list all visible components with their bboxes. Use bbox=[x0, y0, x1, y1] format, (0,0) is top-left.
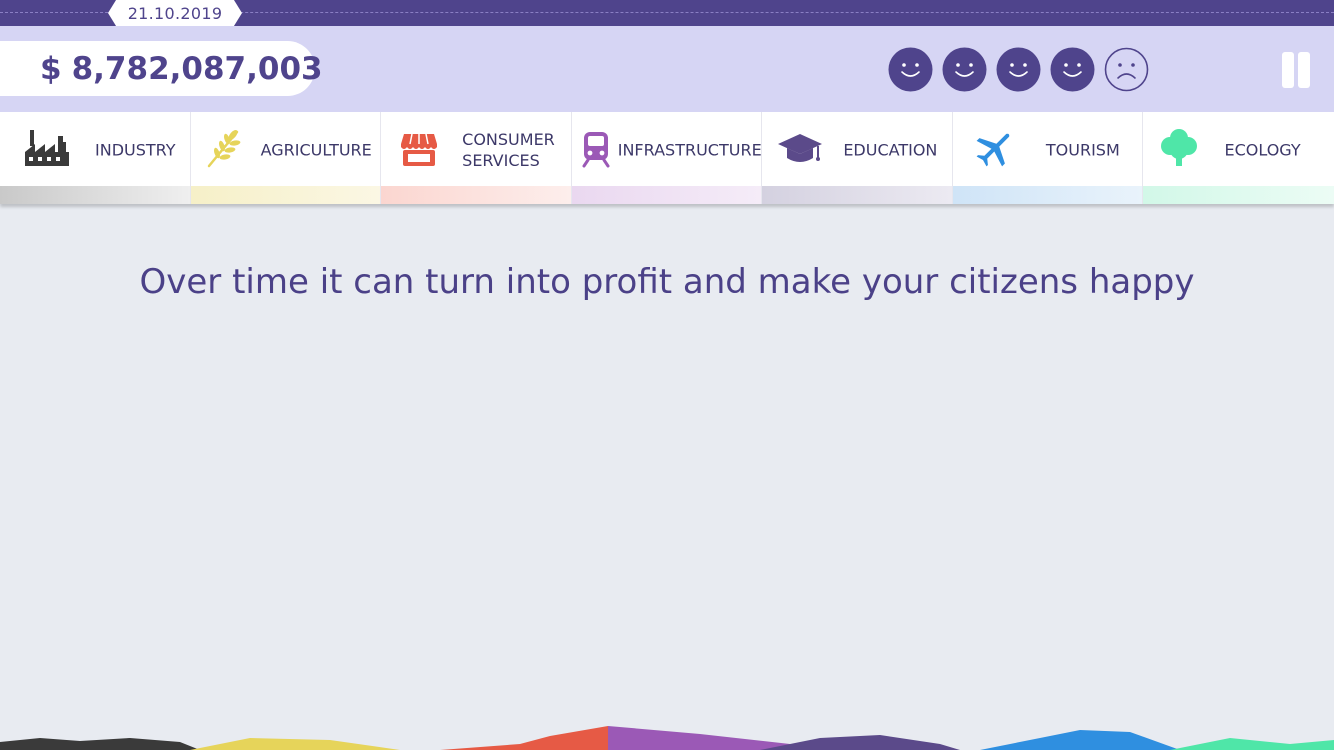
tab-infrastructure-label: INFRASTRUCTURE bbox=[617, 140, 762, 160]
tab-industry-bar bbox=[0, 186, 190, 204]
tab-agriculture-label: AGRICULTURE bbox=[260, 140, 372, 160]
landscape-hills bbox=[0, 726, 1334, 750]
happy-face-icon bbox=[1050, 47, 1095, 92]
happy-face-icon bbox=[996, 47, 1041, 92]
tutorial-message: Over time it can turn into profit and ma… bbox=[139, 262, 1195, 302]
tab-ecology[interactable]: ECOLOGY bbox=[1143, 112, 1334, 204]
tab-education-label: EDUCATION bbox=[843, 140, 938, 160]
top-bar: 21.10.2019 bbox=[0, 0, 1334, 26]
tree-icon bbox=[1161, 129, 1198, 166]
tab-education[interactable]: EDUCATION bbox=[762, 112, 953, 204]
category-tabs: INDUSTRY AGRICULTURE CONSUMER SERVICES I… bbox=[0, 112, 1334, 204]
happy-face-icon bbox=[888, 47, 933, 92]
money-value: 8,782,087,003 bbox=[71, 50, 323, 87]
wheat-icon bbox=[207, 130, 241, 168]
train-icon bbox=[582, 132, 610, 168]
pause-button[interactable] bbox=[1278, 50, 1314, 90]
tab-industry-label: INDUSTRY bbox=[95, 140, 176, 160]
pause-icon-bar-right bbox=[1298, 52, 1310, 88]
shop-icon bbox=[401, 133, 438, 166]
tab-consumer-services-label: CONSUMER SERVICES bbox=[462, 130, 555, 170]
graduation-cap-icon bbox=[778, 134, 823, 162]
tab-infrastructure-bar bbox=[571, 186, 762, 204]
tab-consumer-services[interactable]: CONSUMER SERVICES bbox=[381, 112, 572, 204]
happy-face-icon bbox=[942, 47, 987, 92]
tab-consumer-services-bar bbox=[381, 186, 571, 204]
happiness-meter bbox=[888, 47, 1149, 92]
tab-agriculture-bar bbox=[190, 186, 381, 204]
date-label: 21.10.2019 bbox=[108, 0, 242, 26]
tab-tourism[interactable]: TOURISM bbox=[952, 112, 1144, 204]
hud-bar: $ 8,782,087,003 bbox=[0, 26, 1334, 112]
airplane-icon bbox=[976, 133, 1010, 167]
pause-icon-bar-left bbox=[1282, 52, 1294, 88]
tab-industry[interactable]: INDUSTRY bbox=[0, 112, 191, 204]
sad-face-icon bbox=[1104, 47, 1149, 92]
money-display: $ 8,782,087,003 bbox=[0, 41, 323, 96]
tab-infrastructure[interactable]: INFRASTRUCTURE bbox=[571, 112, 763, 204]
tab-agriculture[interactable]: AGRICULTURE bbox=[190, 112, 382, 204]
factory-icon bbox=[25, 130, 69, 166]
tab-tourism-label: TOURISM bbox=[1045, 140, 1120, 160]
currency-symbol: $ bbox=[40, 50, 62, 87]
tab-education-bar bbox=[762, 186, 952, 204]
tab-tourism-bar bbox=[952, 186, 1143, 204]
tab-ecology-bar bbox=[1143, 186, 1334, 204]
tab-ecology-label: ECOLOGY bbox=[1224, 140, 1301, 160]
